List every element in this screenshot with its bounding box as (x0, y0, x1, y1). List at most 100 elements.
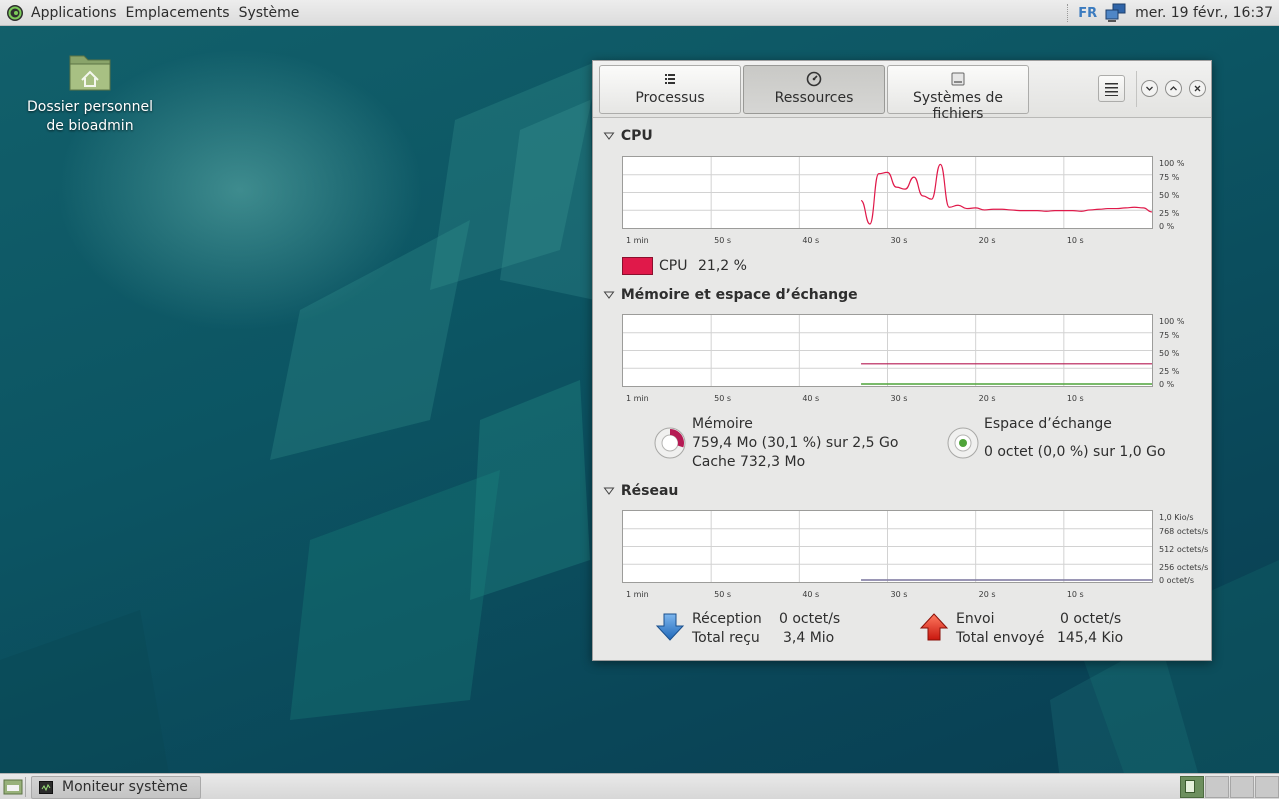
maximize-button[interactable] (1165, 80, 1182, 97)
close-button[interactable] (1189, 80, 1206, 97)
list-icon (665, 74, 675, 84)
cpu-x-tick-label: 40 s (802, 236, 820, 245)
network-y-tick-label: 0 octet/s (1159, 576, 1194, 585)
memory-label: Mémoire (692, 416, 753, 432)
memory-section-title: Mémoire et espace d’échange (620, 287, 858, 303)
expander-arrow-icon (603, 132, 615, 140)
workspace-2[interactable] (1205, 776, 1229, 798)
home-folder-icon (69, 55, 111, 91)
minimize-button[interactable] (1141, 80, 1158, 97)
network-graph (622, 510, 1153, 583)
swap-label: Espace d’échange (984, 416, 1112, 432)
cpu-y-tick-label: 50 % (1159, 191, 1180, 200)
memory-y-tick-label: 100 % (1159, 317, 1185, 326)
cpu-graph-canvas (623, 157, 1152, 228)
total-sent-label: Total envoyé (956, 630, 1045, 646)
network-y-tick-label: 512 octets/s (1159, 545, 1209, 554)
drive-icon (951, 72, 965, 86)
swap-value: 0 octet (0,0 %) sur 1,0 Go (984, 444, 1166, 460)
tab-processes[interactable]: Processus (599, 65, 741, 114)
menu-system[interactable]: Système (239, 5, 300, 21)
network-y-tick-label: 768 octets/s (1159, 527, 1209, 536)
show-desktop-icon[interactable] (3, 778, 23, 796)
cpu-color-swatch[interactable] (622, 257, 653, 275)
cpu-legend-value: 21,2 % (698, 258, 747, 274)
swap-pie-icon[interactable] (947, 427, 979, 459)
distro-logo-icon[interactable] (6, 4, 24, 22)
cpu-x-tick-label: 1 min (626, 236, 649, 245)
task-system-monitor[interactable]: Moniteur système (31, 776, 201, 799)
total-received-value: 3,4 Mio (783, 630, 835, 646)
expander-arrow-icon (603, 487, 615, 495)
network-x-tick-label: 20 s (978, 590, 996, 599)
memory-x-tick-label: 20 s (978, 394, 996, 403)
expander-arrow-icon (603, 291, 615, 299)
terminal-monitor-icon (39, 781, 53, 794)
network-x-tick-label: 1 min (626, 590, 649, 599)
memory-y-tick-label: 50 % (1159, 349, 1180, 358)
network-y-tick-label: 256 octets/s (1159, 563, 1209, 572)
cpu-x-tick-label: 50 s (714, 236, 732, 245)
receive-label: Réception (692, 611, 762, 627)
network-section-title: Réseau (620, 483, 679, 499)
headerbar-separator (1136, 71, 1137, 107)
system-monitor-window: Processus Ressources Systèmes de fichier… (592, 60, 1212, 661)
upload-arrow-icon[interactable] (919, 612, 949, 642)
cpu-x-tick-label: 20 s (978, 236, 996, 245)
chevron-down-icon (1146, 86, 1153, 91)
bottom-panel: Moniteur système (0, 773, 1279, 799)
network-x-tick-label: 50 s (714, 590, 732, 599)
network-x-tick-label: 40 s (802, 590, 820, 599)
task-system-monitor-label: Moniteur système (62, 779, 188, 795)
cpu-y-tick-label: 75 % (1159, 173, 1180, 182)
top-panel: Applications Emplacements Système FR mer… (0, 0, 1279, 26)
clock[interactable]: mer. 19 févr., 16:37 (1135, 5, 1273, 21)
cpu-legend-label: CPU (659, 258, 688, 274)
workspace-4[interactable] (1255, 776, 1279, 798)
network-y-tick-label: 1,0 Kio/s (1159, 513, 1194, 522)
workspace-1[interactable] (1180, 776, 1204, 798)
memory-x-tick-label: 40 s (802, 394, 820, 403)
tray-separator (1067, 4, 1070, 22)
memory-graph (622, 314, 1153, 387)
tab-resources-label: Ressources (774, 90, 854, 106)
download-arrow-icon[interactable] (655, 612, 685, 642)
menu-applications[interactable]: Applications (31, 5, 117, 21)
cpu-y-tick-label: 25 % (1159, 209, 1180, 218)
memory-cache: Cache 732,3 Mo (692, 454, 806, 470)
memory-x-tick-label: 50 s (714, 394, 732, 403)
network-icon[interactable] (1105, 3, 1127, 23)
memory-x-tick-label: 10 s (1066, 394, 1084, 403)
chevron-up-icon (1170, 86, 1177, 91)
close-icon (1194, 85, 1201, 92)
tab-filesystems[interactable]: Systèmes de fichiers (887, 65, 1029, 122)
desktop-icon-home-folder[interactable]: Dossier personnel de bioadmin (20, 50, 160, 136)
send-label: Envoi (956, 611, 995, 627)
gauge-icon (806, 71, 822, 87)
memory-x-tick-label: 30 s (890, 394, 908, 403)
memory-y-tick-label: 0 % (1159, 380, 1175, 389)
memory-y-tick-label: 75 % (1159, 331, 1180, 340)
memory-value: 759,4 Mo (30,1 %) sur 2,5 Go (692, 435, 899, 451)
menu-places[interactable]: Emplacements (126, 5, 230, 21)
tab-resources[interactable]: Ressources (743, 65, 885, 114)
keyboard-layout-indicator[interactable]: FR (1078, 6, 1097, 21)
send-value: 0 octet/s (1060, 611, 1122, 627)
menu-button[interactable] (1098, 75, 1125, 102)
workspace-3[interactable] (1230, 776, 1254, 798)
workspace-window-thumb (1185, 780, 1195, 793)
memory-section-header[interactable]: Mémoire et espace d’échange (602, 287, 858, 303)
hamburger-icon (1105, 83, 1118, 96)
memory-pie-icon[interactable] (654, 427, 686, 459)
cpu-section-title: CPU (620, 128, 653, 144)
network-section-header[interactable]: Réseau (602, 483, 678, 499)
memory-graph-canvas (623, 315, 1152, 386)
cpu-section-header[interactable]: CPU (602, 128, 653, 144)
cpu-x-tick-label: 10 s (1066, 236, 1084, 245)
receive-value: 0 octet/s (779, 611, 841, 627)
window-headerbar[interactable]: Processus Ressources Systèmes de fichier… (593, 61, 1211, 122)
network-x-tick-label: 10 s (1066, 590, 1084, 599)
system-tray: FR mer. 19 févr., 16:37 (1067, 0, 1279, 26)
cpu-y-tick-label: 100 % (1159, 159, 1185, 168)
memory-y-tick-label: 25 % (1159, 367, 1180, 376)
